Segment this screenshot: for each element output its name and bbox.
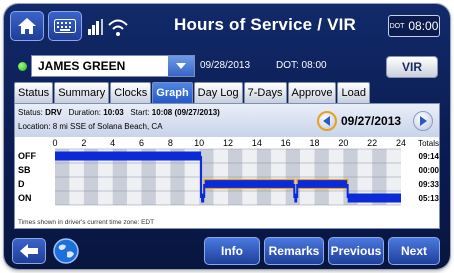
hour-tick-label: 16 xyxy=(281,138,291,148)
chevron-down-icon[interactable] xyxy=(168,56,194,76)
start-value: 10:08 (09/27/2013) xyxy=(151,108,220,117)
page-title: Hours of Service / VIR xyxy=(174,15,357,34)
hour-tick-label: 4 xyxy=(110,138,115,148)
tab-approve[interactable]: Approve xyxy=(287,82,337,103)
status-line: Status: DRV Duration: 10:03 Start: 10:08… xyxy=(18,108,220,117)
tab-bar: Status Summary Clocks Graph Day Log 7-Da… xyxy=(14,82,370,103)
location-value: 8 mi SSE of Solana Beach, CA xyxy=(52,122,163,131)
chevron-right-icon xyxy=(420,116,427,126)
hour-tick-label: 18 xyxy=(309,138,319,148)
driver-date: 09/28/2013 xyxy=(200,60,251,71)
start-label: Start: xyxy=(130,108,150,117)
row-total-d: 09:33 xyxy=(419,180,440,189)
header: Hours of Service / VIR DOT 08:00 xyxy=(4,4,450,48)
hour-tick-label: 8 xyxy=(168,138,173,148)
tab-summary[interactable]: Summary xyxy=(54,82,110,103)
hour-tick-label: 12 xyxy=(223,138,233,148)
hour-tick-label: 6 xyxy=(139,138,144,148)
keyboard-button[interactable] xyxy=(48,11,82,41)
graph-panel: Status: DRV Duration: 10:03 Start: 10:08… xyxy=(14,103,440,229)
dot-clock-label: DOT xyxy=(389,22,405,30)
row-total-on: 05:13 xyxy=(419,194,440,203)
row-label-off: OFF xyxy=(18,151,36,161)
duty-segment xyxy=(203,178,295,190)
vir-button[interactable]: VIR xyxy=(386,56,438,78)
row-label-sb: SB xyxy=(18,165,31,175)
dot-clock-time: 08:00 xyxy=(408,19,439,33)
status-info-bar: Status: DRV Duration: 10:03 Start: 10:08… xyxy=(15,104,439,137)
duty-status-graph: 0 2 4 6 8 10 12 14 16 18 20 22 24 Totals OFF 09:14 SB 00:… xyxy=(15,137,440,228)
home-button[interactable] xyxy=(10,11,44,41)
driver-status-indicator xyxy=(18,62,27,71)
row-label-d: D xyxy=(18,179,25,189)
tab-load[interactable]: Load xyxy=(337,82,370,103)
status-value: DRV xyxy=(45,108,62,117)
next-button[interactable]: Next xyxy=(388,237,440,265)
chevron-left-icon xyxy=(323,116,330,126)
graph-date: 09/27/2013 xyxy=(341,114,402,128)
tab-day-log[interactable]: Day Log xyxy=(193,82,243,103)
hour-tick-label: 20 xyxy=(338,138,348,148)
timezone-footnote: Times shown in driver's current time zon… xyxy=(18,219,155,226)
duration-value: 10:03 xyxy=(103,108,124,117)
location-line: Location: 8 mi SSE of Solana Beach, CA xyxy=(18,122,163,131)
duration-label: Duration: xyxy=(68,108,102,117)
tab-7-days[interactable]: 7-Days xyxy=(243,82,287,103)
remarks-button[interactable]: Remarks xyxy=(264,237,324,265)
hour-tick-label: 24 xyxy=(396,138,406,148)
tab-clocks[interactable]: Clocks xyxy=(110,82,152,103)
bottom-bar: Info Remarks Previous Next xyxy=(4,232,450,269)
hour-tick-label: 14 xyxy=(252,138,262,148)
driver-name: JAMES GREEN xyxy=(38,59,126,73)
row-total-sb: 00:00 xyxy=(419,166,440,175)
tab-graph[interactable]: Graph xyxy=(152,82,193,103)
totals-header: Totals xyxy=(418,139,439,148)
tab-status[interactable]: Status xyxy=(14,82,54,103)
duty-graph-svg: 0 2 4 6 8 10 12 14 16 18 20 22 24 TotalsOFF 09:14SB 00:… xyxy=(18,138,440,206)
signal-wifi-icon xyxy=(88,19,128,36)
hour-tick-label: 0 xyxy=(52,138,57,148)
hour-tick-label: 10 xyxy=(194,138,204,148)
driver-select[interactable]: JAMES GREEN xyxy=(31,55,195,77)
driver-dot-time: DOT: 08:00 xyxy=(276,60,327,71)
keyboard-icon xyxy=(54,19,76,33)
duty-segment xyxy=(55,151,202,161)
previous-day-button[interactable] xyxy=(317,111,337,131)
next-day-button[interactable] xyxy=(413,111,433,131)
status-label: Status: xyxy=(18,108,43,117)
back-button[interactable] xyxy=(12,238,46,264)
arrow-left-icon xyxy=(20,244,38,258)
hour-tick-label: 2 xyxy=(81,138,86,148)
hos-screen: Hours of Service / VIR DOT 08:00 JAMES G… xyxy=(4,4,450,269)
info-button[interactable]: Info xyxy=(204,237,260,265)
hour-tick-label: 22 xyxy=(367,138,377,148)
previous-button[interactable]: Previous xyxy=(328,237,384,265)
duty-segment xyxy=(347,193,401,203)
dot-clock: DOT 08:00 xyxy=(388,15,440,37)
row-label-on: ON xyxy=(18,193,32,203)
location-label: Location: xyxy=(18,122,51,131)
globe-icon[interactable] xyxy=(52,237,80,265)
row-total-off: 09:14 xyxy=(419,152,440,161)
home-icon xyxy=(18,18,36,34)
duty-segment xyxy=(296,178,349,190)
driver-row: JAMES GREEN 09/28/2013 DOT: 08:00 VIR xyxy=(4,52,450,82)
